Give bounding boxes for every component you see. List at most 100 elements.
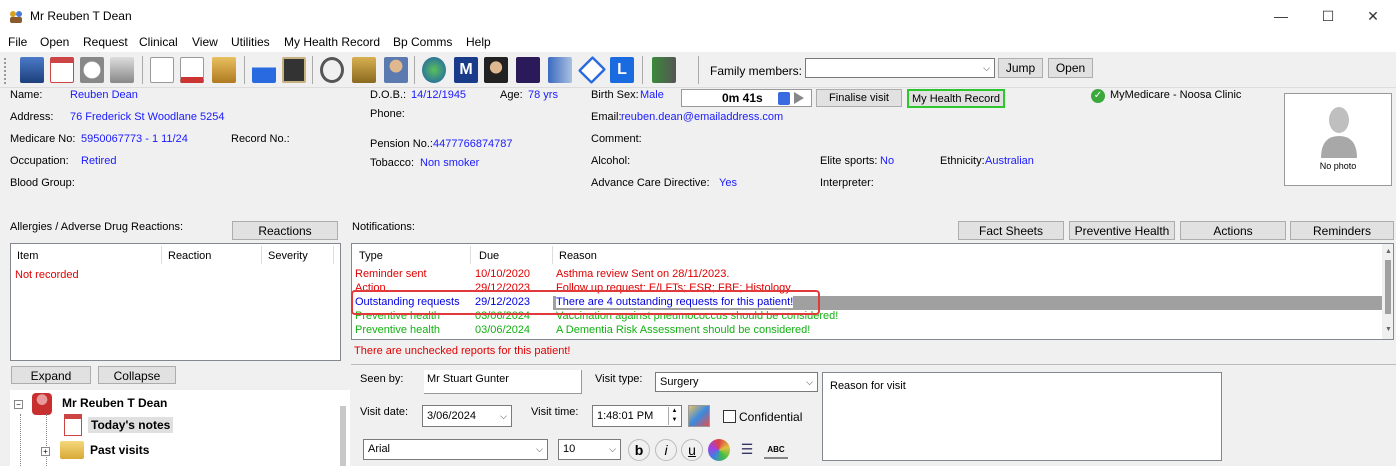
column-divider bbox=[552, 246, 553, 264]
scroll-down-icon[interactable]: ▼ bbox=[1385, 326, 1392, 333]
scroll-up-icon[interactable]: ▲ bbox=[1385, 248, 1392, 255]
pause-icon[interactable] bbox=[778, 92, 790, 105]
spellcheck-icon[interactable]: ABC bbox=[764, 441, 788, 459]
patient-photo[interactable]: No photo bbox=[1284, 93, 1392, 186]
column-header-reaction[interactable]: Reaction bbox=[168, 250, 211, 262]
medicare-number: 5950067773 - 1 11/24 bbox=[81, 133, 188, 145]
notification-reason: Asthma review Sent on 28/11/2023. bbox=[556, 268, 730, 280]
menu-utilities[interactable]: Utilities bbox=[231, 35, 270, 49]
flask-icon[interactable] bbox=[252, 57, 276, 83]
hourglass-icon[interactable] bbox=[212, 57, 236, 83]
clock-icon[interactable] bbox=[80, 57, 104, 83]
font-dropdown[interactable]: Arial ⌵ bbox=[363, 439, 548, 460]
column-header-due[interactable]: Due bbox=[479, 250, 499, 262]
tree-collapse-toggle[interactable]: − bbox=[14, 400, 23, 409]
notifications-title: Notifications: bbox=[352, 221, 415, 233]
scroll-thumb[interactable] bbox=[1385, 260, 1391, 314]
scales-icon[interactable] bbox=[352, 57, 376, 83]
interpreter-label: Interpreter: bbox=[820, 177, 874, 189]
menu-clinical[interactable]: Clinical bbox=[139, 35, 178, 49]
blank-page-icon[interactable] bbox=[150, 57, 174, 83]
menu-bp-comms[interactable]: Bp Comms bbox=[393, 35, 452, 49]
font-size-dropdown[interactable]: 10 ⌵ bbox=[558, 439, 621, 460]
m-letter-icon[interactable]: M bbox=[454, 57, 478, 83]
toolbar-grip[interactable] bbox=[4, 58, 10, 84]
family-members-dropdown[interactable]: ⌵ bbox=[805, 58, 995, 78]
notification-row[interactable]: Preventive health 03/06/2024 A Dementia … bbox=[352, 324, 1382, 338]
elite-sports-label: Elite sports: bbox=[820, 155, 878, 167]
menu-help[interactable]: Help bbox=[466, 35, 491, 49]
calendar-icon bbox=[64, 414, 82, 436]
actions-button[interactable]: Actions bbox=[1180, 221, 1286, 240]
jump-button[interactable]: Jump bbox=[998, 58, 1043, 78]
l-letter-icon[interactable]: L bbox=[610, 57, 634, 83]
tree-expand-toggle[interactable]: + bbox=[41, 447, 50, 456]
close-button[interactable]: ✕ bbox=[1350, 0, 1396, 32]
chevron-down-icon: ⌵ bbox=[806, 377, 813, 387]
color-palette-icon[interactable] bbox=[708, 439, 730, 461]
visit-date-picker[interactable]: 3/06/2024 ⌵ bbox=[422, 405, 512, 427]
minimize-button[interactable]: — bbox=[1258, 0, 1304, 32]
notification-type: Reminder sent bbox=[355, 268, 427, 280]
menu-open[interactable]: Open bbox=[40, 35, 69, 49]
tree-patient-node[interactable]: Mr Reuben T Dean bbox=[62, 396, 167, 410]
time-spinner-icon[interactable]: ▲ ▼ bbox=[668, 407, 680, 425]
visit-type-dropdown[interactable]: Surgery ⌵ bbox=[655, 372, 818, 392]
open-button[interactable]: Open bbox=[1048, 58, 1093, 78]
doctor-icon[interactable] bbox=[384, 57, 408, 83]
column-header-reason[interactable]: Reason bbox=[559, 250, 597, 262]
timer-value: 0m 41s bbox=[722, 91, 763, 105]
printer-icon[interactable] bbox=[110, 57, 134, 83]
column-header-type[interactable]: Type bbox=[359, 250, 383, 262]
calendar-icon[interactable] bbox=[50, 57, 74, 83]
maximize-button[interactable]: ☐ bbox=[1305, 0, 1351, 32]
bullet-list-icon[interactable]: ☰ bbox=[736, 439, 758, 461]
notification-reason: A Dementia Risk Assessment should be con… bbox=[556, 324, 811, 336]
confidential-checkbox[interactable] bbox=[723, 410, 736, 423]
xray-icon[interactable] bbox=[282, 57, 306, 83]
exit-icon[interactable] bbox=[652, 57, 676, 83]
reminders-button[interactable]: Reminders bbox=[1290, 221, 1394, 240]
stethoscope-icon[interactable] bbox=[320, 57, 344, 83]
italic-icon[interactable]: i bbox=[655, 439, 677, 461]
fact-sheets-button[interactable]: Fact Sheets bbox=[958, 221, 1064, 240]
menu-request[interactable]: Request bbox=[83, 35, 128, 49]
notification-row[interactable]: Reminder sent 10/10/2020 Asthma review S… bbox=[352, 268, 1382, 282]
menu-file[interactable]: File bbox=[8, 35, 27, 49]
column-header-item[interactable]: Item bbox=[17, 250, 38, 262]
dna-icon[interactable] bbox=[516, 57, 540, 83]
menu-my-health-record[interactable]: My Health Record bbox=[284, 35, 380, 49]
document-stack-icon[interactable] bbox=[548, 57, 572, 83]
column-divider bbox=[333, 246, 334, 264]
bold-icon[interactable]: b bbox=[628, 439, 650, 461]
prescription-icon[interactable] bbox=[180, 57, 204, 83]
visit-time-field[interactable]: 1:48:01 PM ▲ ▼ bbox=[592, 405, 682, 427]
column-divider bbox=[470, 246, 471, 264]
preventive-health-button[interactable]: Preventive Health bbox=[1069, 221, 1175, 240]
tree-todays-notes[interactable]: Today's notes bbox=[88, 417, 174, 433]
globe-icon[interactable] bbox=[422, 57, 446, 83]
allergies-list[interactable]: Item Reaction Severity Not recorded bbox=[10, 243, 341, 361]
toolbar: M L Family members: ⌵ Jump Open bbox=[0, 52, 1396, 88]
tree-past-visits[interactable]: Past visits bbox=[90, 443, 149, 457]
my-health-record-button[interactable]: My Health Record bbox=[907, 89, 1005, 108]
cabinet-icon[interactable] bbox=[20, 57, 44, 83]
underline-icon[interactable]: u bbox=[681, 439, 703, 461]
menu-view[interactable]: View bbox=[192, 35, 218, 49]
tree-scrollbar[interactable] bbox=[340, 406, 346, 466]
reason-for-visit-field[interactable]: Reason for visit bbox=[822, 372, 1222, 461]
finalise-visit-button[interactable]: Finalise visit bbox=[816, 89, 902, 107]
expand-button[interactable]: Expand bbox=[11, 366, 91, 384]
toolbar-separator bbox=[642, 56, 643, 84]
reactions-button[interactable]: Reactions bbox=[232, 221, 338, 240]
toolbar-separator bbox=[244, 56, 245, 84]
seen-by-field[interactable]: Mr Stuart Gunter bbox=[424, 370, 582, 394]
notifications-scrollbar[interactable]: ▲ ▼ bbox=[1382, 244, 1393, 339]
toolbar-separator bbox=[414, 56, 415, 84]
column-header-severity[interactable]: Severity bbox=[268, 250, 308, 262]
graduate-icon[interactable] bbox=[484, 57, 508, 83]
diamond-icon[interactable] bbox=[577, 55, 607, 85]
clock-picker-icon[interactable] bbox=[688, 405, 710, 427]
play-icon[interactable] bbox=[794, 92, 804, 104]
collapse-button[interactable]: Collapse bbox=[98, 366, 176, 384]
